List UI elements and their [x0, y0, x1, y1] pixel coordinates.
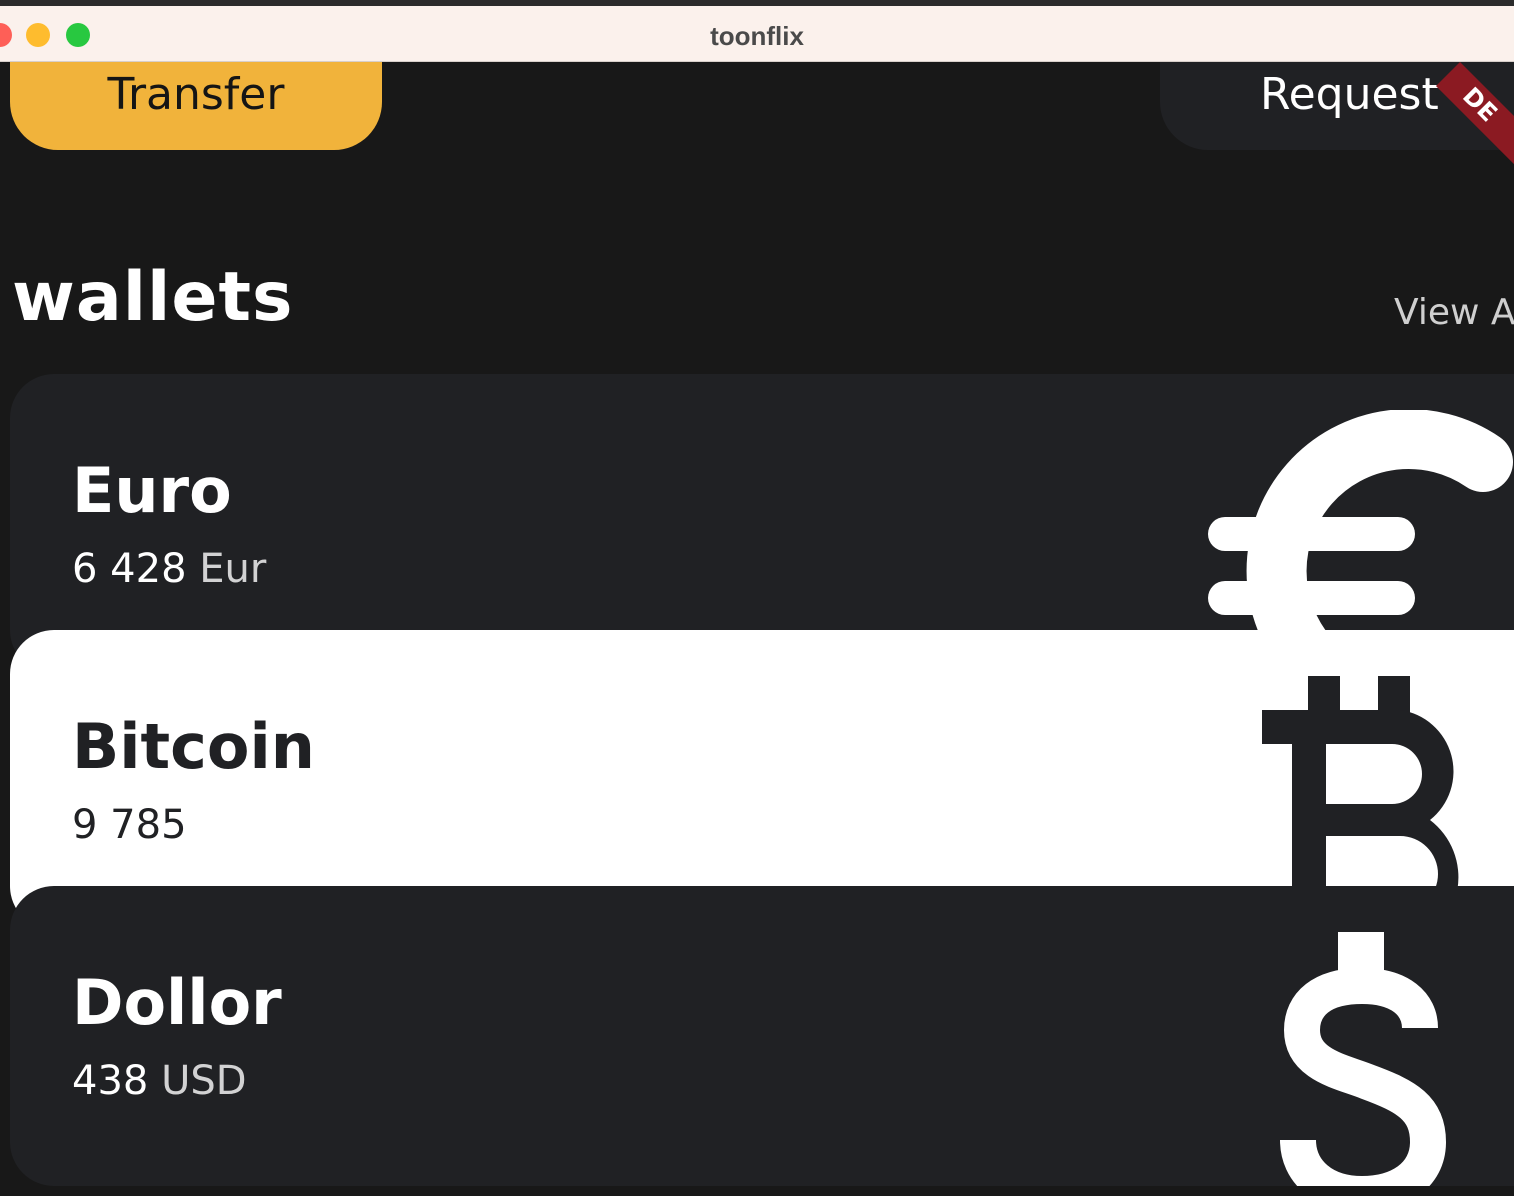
request-button-label: Request: [1260, 69, 1439, 120]
wallet-card-dollar[interactable]: Dollor 438 USD: [10, 886, 1514, 1186]
dollar-icon: [1280, 932, 1447, 1186]
wallet-balance: 6 428 Eur: [72, 546, 266, 592]
window-title: toonflix: [710, 21, 804, 51]
window-titlebar: toonflix: [0, 6, 1514, 62]
wallet-name: Bitcoin: [72, 710, 315, 783]
app-content: Transfer Request DE wallets View All Eur…: [0, 62, 1514, 1196]
transfer-button[interactable]: Transfer: [10, 62, 382, 150]
transfer-button-label: Transfer: [107, 69, 285, 120]
wallet-currency-code: USD: [161, 1058, 247, 1104]
wallet-amount: 9 785: [72, 802, 187, 848]
wallet-amount: 438: [72, 1058, 149, 1104]
wallet-name: Dollor: [72, 966, 282, 1039]
section-title: wallets: [12, 258, 294, 337]
wallet-balance: 438 USD: [72, 1058, 247, 1104]
wallet-card-bitcoin[interactable]: Bitcoin 9 785: [10, 630, 1514, 930]
wallet-currency-code: Eur: [199, 546, 267, 592]
wallet-balance: 9 785: [72, 802, 187, 848]
wallet-name: Euro: [72, 454, 232, 527]
view-all-link[interactable]: View All: [1394, 292, 1514, 333]
wallet-card-euro[interactable]: Euro 6 428 Eur: [10, 374, 1514, 674]
wallet-amount: 6 428: [72, 546, 187, 592]
